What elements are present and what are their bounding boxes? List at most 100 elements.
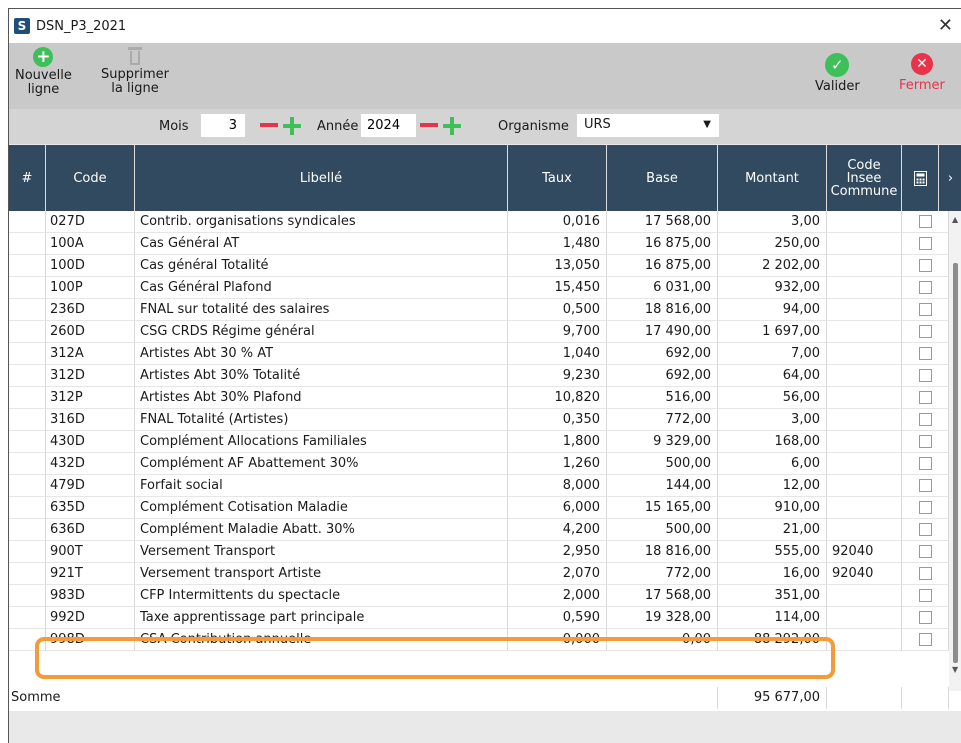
cell-code[interactable]: 312A: [46, 343, 135, 365]
cell-code[interactable]: 236D: [46, 299, 135, 321]
row-checkbox[interactable]: [919, 369, 932, 382]
header-code[interactable]: Code: [46, 145, 134, 211]
cell-libelle[interactable]: Taxe apprentissage part principale: [135, 607, 508, 629]
cell-code[interactable]: 921T: [46, 563, 135, 585]
cell-insee[interactable]: [827, 519, 902, 541]
cell-montant[interactable]: 1 697,00: [718, 321, 827, 343]
cell-libelle[interactable]: Forfait social: [135, 475, 508, 497]
cell-taux[interactable]: 0,016: [508, 211, 607, 233]
table-row[interactable]: 900T Versement Transport 2,950 18 816,00 555…: [9, 541, 949, 563]
table-row[interactable]: 432D Complément AF Abattement 30% 1,260 500…: [9, 453, 949, 475]
row-checkbox[interactable]: [919, 567, 932, 580]
row-checkbox[interactable]: [919, 215, 932, 228]
cell-montant[interactable]: 910,00: [718, 497, 827, 519]
cell-libelle[interactable]: Cas Général AT: [135, 233, 508, 255]
cell-code[interactable]: 100A: [46, 233, 135, 255]
cell-libelle[interactable]: CSG CRDS Régime général: [135, 321, 508, 343]
table-row[interactable]: 479D Forfait social 8,000 144,00 12,00: [9, 475, 949, 497]
cell-taux[interactable]: 2,000: [508, 585, 607, 607]
row-checkbox[interactable]: [919, 435, 932, 448]
row-checkbox[interactable]: [919, 633, 932, 646]
scroll-right-icon[interactable]: ›: [939, 145, 961, 211]
mois-input[interactable]: [201, 114, 245, 137]
cell-code[interactable]: 430D: [46, 431, 135, 453]
cell-taux[interactable]: 1,800: [508, 431, 607, 453]
cell-libelle[interactable]: Complément AF Abattement 30%: [135, 453, 508, 475]
cell-insee[interactable]: [827, 607, 902, 629]
cell-insee[interactable]: [827, 475, 902, 497]
cell-montant[interactable]: 351,00: [718, 585, 827, 607]
cell-code[interactable]: 992D: [46, 607, 135, 629]
cell-insee[interactable]: [827, 211, 902, 233]
close-button[interactable]: ✕ Fermer: [899, 53, 945, 93]
new-line-button[interactable]: + Nouvelle ligne: [15, 47, 72, 97]
cell-taux[interactable]: 9,230: [508, 365, 607, 387]
cell-base[interactable]: 16 875,00: [607, 233, 718, 255]
table-row[interactable]: 430D Complément Allocations Familiales 1,8…: [9, 431, 949, 453]
cell-montant[interactable]: 3,00: [718, 409, 827, 431]
cell-montant[interactable]: 56,00: [718, 387, 827, 409]
row-checkbox[interactable]: [919, 479, 932, 492]
annee-input[interactable]: [361, 114, 416, 137]
row-checkbox[interactable]: [919, 611, 932, 624]
cell-taux[interactable]: 0,590: [508, 607, 607, 629]
cell-montant[interactable]: 88 292,00: [718, 629, 827, 651]
scroll-up-icon[interactable]: ▲: [952, 215, 958, 224]
row-checkbox[interactable]: [919, 303, 932, 316]
cell-montant[interactable]: 2 202,00: [718, 255, 827, 277]
cell-libelle[interactable]: FNAL Totalité (Artistes): [135, 409, 508, 431]
cell-base[interactable]: 17 568,00: [607, 585, 718, 607]
table-row[interactable]: 312P Artistes Abt 30% Plafond 10,820 516,00…: [9, 387, 949, 409]
row-checkbox[interactable]: [919, 523, 932, 536]
cell-montant[interactable]: 3,00: [718, 211, 827, 233]
table-row[interactable]: 983D CFP Intermittents du spectacle 2,000 1…: [9, 585, 949, 607]
delete-line-button[interactable]: Supprimer la ligne: [101, 47, 169, 96]
cell-montant[interactable]: 12,00: [718, 475, 827, 497]
row-checkbox[interactable]: [919, 501, 932, 514]
cell-insee[interactable]: [827, 343, 902, 365]
row-checkbox[interactable]: [919, 391, 932, 404]
cell-taux[interactable]: 4,200: [508, 519, 607, 541]
table-row[interactable]: 100D Cas général Totalité 13,050 16 875,00 2…: [9, 255, 949, 277]
cell-base[interactable]: 9 329,00: [607, 431, 718, 453]
cell-libelle[interactable]: Versement Transport: [135, 541, 508, 563]
cell-base[interactable]: 692,00: [607, 343, 718, 365]
cell-taux[interactable]: 1,480: [508, 233, 607, 255]
row-checkbox[interactable]: [919, 589, 932, 602]
cell-libelle[interactable]: Artistes Abt 30 % AT: [135, 343, 508, 365]
header-libelle[interactable]: Libellé: [135, 145, 507, 211]
cell-base[interactable]: 15 165,00: [607, 497, 718, 519]
cell-taux[interactable]: 6,000: [508, 497, 607, 519]
cell-libelle[interactable]: Versement transport Artiste: [135, 563, 508, 585]
cell-libelle[interactable]: Artistes Abt 30% Plafond: [135, 387, 508, 409]
cell-code[interactable]: 027D: [46, 211, 135, 233]
cell-code[interactable]: 432D: [46, 453, 135, 475]
cell-libelle[interactable]: CSA Contribution annuelle: [135, 629, 508, 651]
cell-taux[interactable]: 2,070: [508, 563, 607, 585]
cell-insee[interactable]: [827, 365, 902, 387]
cell-insee[interactable]: [827, 431, 902, 453]
cell-code[interactable]: 260D: [46, 321, 135, 343]
cell-taux[interactable]: 2,950: [508, 541, 607, 563]
cell-montant[interactable]: 555,00: [718, 541, 827, 563]
row-checkbox[interactable]: [919, 325, 932, 338]
row-checkbox[interactable]: [919, 259, 932, 272]
row-checkbox[interactable]: [919, 281, 932, 294]
cell-montant[interactable]: 114,00: [718, 607, 827, 629]
cell-insee[interactable]: 92040: [827, 541, 902, 563]
row-checkbox[interactable]: [919, 545, 932, 558]
cell-base[interactable]: 18 816,00: [607, 299, 718, 321]
header-montant[interactable]: Montant: [718, 145, 826, 211]
cell-taux[interactable]: 0,500: [508, 299, 607, 321]
table-row[interactable]: 236D FNAL sur totalité des salaires 0,500 1…: [9, 299, 949, 321]
cell-base[interactable]: 18 816,00: [607, 541, 718, 563]
cell-montant[interactable]: 21,00: [718, 519, 827, 541]
table-row[interactable]: 027D Contrib. organisations syndicales 0,0…: [9, 211, 949, 233]
cell-taux[interactable]: 0,000: [508, 629, 607, 651]
table-row[interactable]: 636D Complément Maladie Abatt. 30% 4,200 50…: [9, 519, 949, 541]
cell-taux[interactable]: 9,700: [508, 321, 607, 343]
cell-code[interactable]: 635D: [46, 497, 135, 519]
cell-libelle[interactable]: Artistes Abt 30% Totalité: [135, 365, 508, 387]
cell-base[interactable]: 772,00: [607, 409, 718, 431]
cell-libelle[interactable]: Contrib. organisations syndicales: [135, 211, 508, 233]
